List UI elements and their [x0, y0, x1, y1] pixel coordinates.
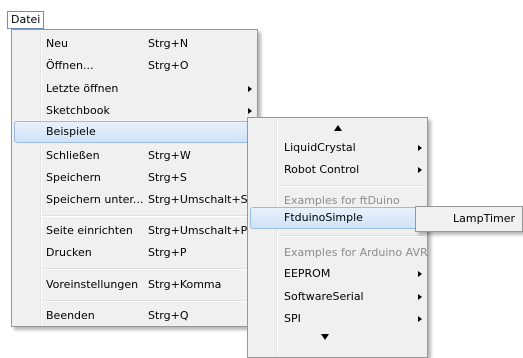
submenu-item-eeprom[interactable]: EEPROM [250, 263, 425, 285]
menu-item-label: Examples for Arduino AVR [284, 246, 428, 259]
menu-separator [42, 215, 254, 217]
menu-separator [278, 185, 424, 187]
chevron-right-icon [248, 108, 252, 114]
menu-item-label: SoftwareSerial [284, 290, 364, 303]
menu-item-shortcut: Strg+Umschalt+S [148, 193, 248, 206]
menu-item-label: EEPROM [284, 267, 331, 280]
chevron-right-icon [418, 167, 422, 173]
submenu-item-softwareserial[interactable]: SoftwareSerial [250, 286, 425, 308]
submenu-item-spi[interactable]: SPI [250, 308, 425, 330]
submenu-item-ftduinosimple[interactable]: FtduinoSimple [250, 207, 425, 229]
menu-item-shortcut: Strg+W [148, 149, 191, 162]
menu-item-seite-einrichten[interactable]: Seite einrichten Strg+Umschalt+P [14, 220, 255, 242]
chevron-right-icon [248, 86, 252, 92]
menu-separator [278, 235, 424, 237]
menu-item-label: Robot Control [284, 163, 360, 176]
scroll-up-icon [334, 125, 342, 131]
menu-item-shortcut: Strg+N [148, 37, 189, 50]
menu-item-voreinstellungen[interactable]: Voreinstellungen Strg+Komma [14, 274, 255, 296]
menu-item-label: Schließen [46, 149, 100, 162]
menu-item-label: Speichern unter... [46, 193, 144, 206]
menu-item-drucken[interactable]: Drucken Strg+P [14, 242, 255, 264]
menu-item-shortcut: Strg+Umschalt+P [148, 224, 248, 237]
menu-item-speichern-unter[interactable]: Speichern unter... Strg+Umschalt+S [14, 189, 255, 211]
menu-item-oeffnen[interactable]: Öffnen... Strg+O [14, 55, 255, 77]
menu-item-label: Speichern [46, 171, 101, 184]
scroll-down-icon [321, 334, 329, 340]
file-menu: Neu Strg+N Öffnen... Strg+O Letzte öffne… [11, 29, 258, 327]
chevron-right-icon [418, 271, 422, 277]
menu-item-label: Öffnen... [46, 59, 94, 72]
menu-item-letzte-oeffnen[interactable]: Letzte öffnen [14, 78, 255, 100]
menu-item-label: FtduinoSimple [284, 211, 363, 224]
submenu-item-robot-control[interactable]: Robot Control [250, 159, 425, 181]
menu-separator [42, 300, 254, 302]
chevron-right-icon [418, 294, 422, 300]
menu-item-label: Beenden [46, 309, 95, 322]
menu-item-beenden[interactable]: Beenden Strg+Q [14, 305, 255, 327]
menu-item-label: LampTimer [453, 212, 516, 225]
submenu-item-lamptimer[interactable]: LampTimer [418, 208, 520, 230]
scroll-down-button[interactable] [250, 330, 425, 344]
menu-item-shortcut: Strg+S [148, 171, 187, 184]
menu-item-label: Voreinstellungen [46, 278, 139, 291]
menu-item-speichern[interactable]: Speichern Strg+S [14, 167, 255, 189]
menu-item-label: SPI [284, 312, 301, 325]
menu-item-shortcut: Strg+Q [148, 309, 189, 322]
menu-item-schliessen[interactable]: Schließen Strg+W [14, 145, 255, 167]
chevron-right-icon [418, 145, 422, 151]
menu-item-label: Seite einrichten [46, 224, 133, 237]
menu-item-sketchbook[interactable]: Sketchbook [14, 100, 255, 122]
submenu-item-liquidcrystal[interactable]: LiquidCrystal [250, 137, 425, 159]
menu-separator [42, 268, 254, 270]
menubar-file-label: Datei [11, 13, 41, 26]
menu-item-label: Letzte öffnen [46, 82, 119, 95]
menu-item-neu[interactable]: Neu Strg+N [14, 33, 255, 55]
menu-item-shortcut: Strg+O [148, 59, 189, 72]
submenu-header-arduino-avr: Examples for Arduino AVR [250, 242, 428, 264]
menu-item-beispiele[interactable]: Beispiele [14, 121, 255, 143]
menubar-file[interactable]: Datei [7, 11, 45, 29]
menu-item-label: Drucken [46, 246, 92, 259]
menu-item-shortcut: Strg+P [148, 246, 187, 259]
chevron-right-icon [418, 316, 422, 322]
ftduinosimple-submenu: LampTimer [415, 206, 523, 232]
menu-item-label: Sketchbook [46, 104, 110, 117]
menu-item-label: Beispiele [46, 125, 96, 138]
menu-item-shortcut: Strg+Komma [148, 278, 222, 291]
examples-submenu: LiquidCrystal Robot Control Examples for… [247, 117, 428, 358]
scroll-up-button[interactable] [250, 120, 425, 134]
menu-item-label: Neu [46, 37, 68, 50]
menu-item-label: LiquidCrystal [284, 141, 356, 154]
